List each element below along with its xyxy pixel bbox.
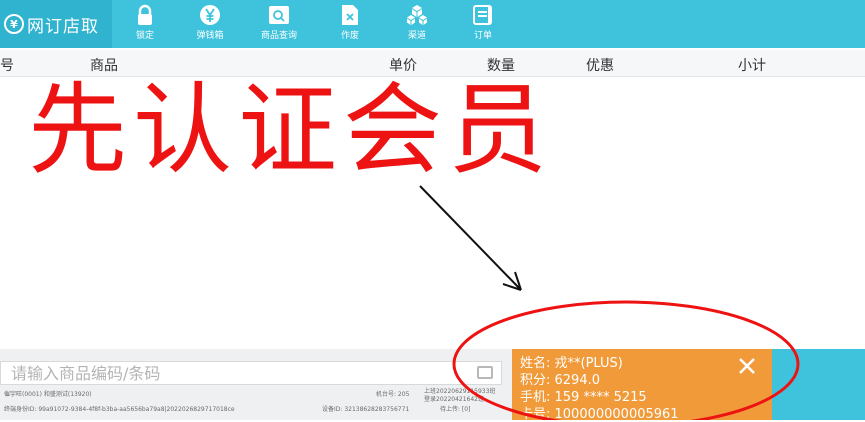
annotation-circle-layer (452, 300, 800, 420)
annotation-circle (452, 300, 800, 420)
